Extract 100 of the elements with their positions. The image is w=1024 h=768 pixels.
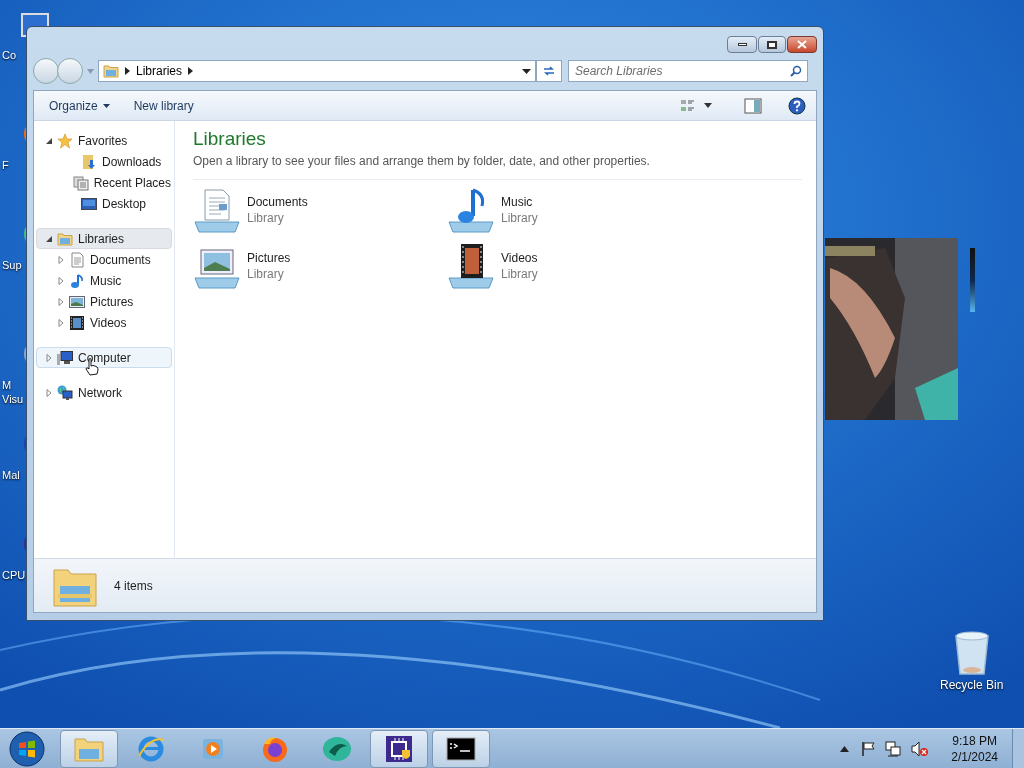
desktop-icon-label[interactable]: F xyxy=(2,158,9,172)
toolbar-button[interactable]: New library xyxy=(128,93,199,118)
library-type: Library xyxy=(501,210,538,226)
search-icon xyxy=(790,65,802,77)
expand-arrow-icon[interactable] xyxy=(57,297,65,306)
show-desktop-button[interactable] xyxy=(1012,728,1024,768)
refresh-button[interactable] xyxy=(536,60,562,82)
library-description: Open a library to see your files and arrange them by folder, date, and other properties. xyxy=(193,152,802,180)
item-label: Pictures xyxy=(90,293,134,311)
sidebar-item[interactable]: Videos xyxy=(36,312,172,333)
sidebar-item[interactable]: Downloads xyxy=(36,151,172,172)
item-label: Favorites xyxy=(78,132,128,150)
document-icon xyxy=(69,251,85,268)
picture-frame-icon xyxy=(69,293,85,310)
taskbar-button[interactable] xyxy=(370,729,428,768)
desktop-icon-label[interactable]: Co xyxy=(2,48,17,62)
sidebar-item[interactable]: Favorites xyxy=(36,130,172,151)
expand-arrow-icon[interactable] xyxy=(45,388,53,397)
library-folder-icon xyxy=(103,63,119,79)
library-folder-icon xyxy=(57,230,73,247)
item-label: Downloads xyxy=(102,153,162,171)
show-hidden-icons-icon[interactable] xyxy=(840,745,850,752)
muted-speaker-icon[interactable] xyxy=(911,740,930,757)
breadcrumb[interactable]: Libraries xyxy=(136,62,183,80)
network-icon xyxy=(57,384,73,401)
desktop-icon-label[interactable]: Mal xyxy=(2,468,20,482)
maximize-button[interactable] xyxy=(758,36,786,53)
item-count: 4 items xyxy=(114,577,153,595)
preview-pane-icon xyxy=(744,97,762,114)
clock-date[interactable]: 2/1/2024 xyxy=(951,748,998,765)
library-heading: Libraries xyxy=(193,127,267,151)
dropdown-caret-icon[interactable] xyxy=(522,68,531,74)
minimize-icon xyxy=(737,43,747,46)
start-button[interactable] xyxy=(8,730,46,767)
video-library-icon xyxy=(447,242,495,290)
item-label: Desktop xyxy=(102,195,147,213)
library-tile[interactable]: Documents Library xyxy=(193,186,447,234)
breadcrumb-arrow-icon[interactable] xyxy=(188,67,194,75)
library-name: Videos xyxy=(501,250,538,266)
expand-arrow-icon[interactable] xyxy=(57,255,65,264)
help-icon xyxy=(788,96,806,115)
star-icon xyxy=(57,132,73,149)
desktop-icon xyxy=(81,195,97,212)
side-widget-bar xyxy=(970,248,975,312)
sidebar-item[interactable]: Desktop xyxy=(36,193,172,214)
collapse-arrow-icon[interactable] xyxy=(45,136,53,145)
taskbar-button[interactable] xyxy=(432,729,490,768)
expand-arrow-icon[interactable] xyxy=(57,318,65,327)
expand-arrow-icon[interactable] xyxy=(45,353,53,362)
desktop-icon-label[interactable]: Recycle Bin xyxy=(940,676,1004,694)
breadcrumb-arrow-icon[interactable] xyxy=(125,67,130,75)
desktop-icon-label[interactable]: Sup xyxy=(2,258,22,272)
item-label: Documents xyxy=(90,251,151,269)
terminal-icon xyxy=(446,736,476,761)
help-button[interactable] xyxy=(788,96,806,115)
item-label: Music xyxy=(90,272,122,290)
close-button[interactable] xyxy=(787,36,817,53)
expand-arrow-icon[interactable] xyxy=(57,276,65,285)
close-icon xyxy=(797,40,807,49)
dropdown-caret-icon xyxy=(704,103,712,108)
sidebar-item[interactable]: Documents xyxy=(36,249,172,270)
library-type: Library xyxy=(501,266,538,282)
network-status-icon[interactable] xyxy=(885,740,902,757)
library-type: Library xyxy=(247,210,285,226)
view-list-icon xyxy=(680,97,696,114)
item-label: Videos xyxy=(90,314,127,332)
refresh-icon xyxy=(542,65,556,77)
sidebar-item[interactable]: Pictures xyxy=(36,291,172,312)
maximize-icon xyxy=(767,40,777,49)
clock-time[interactable]: 9:18 PM xyxy=(952,732,997,749)
collapse-arrow-icon[interactable] xyxy=(45,234,53,243)
minimize-button[interactable] xyxy=(727,36,757,53)
item-label: Recent Places xyxy=(93,174,171,192)
document-library-icon xyxy=(193,186,241,234)
library-type: Library xyxy=(247,266,285,282)
music-note-icon xyxy=(69,272,85,289)
sidebar-item[interactable]: Libraries xyxy=(36,228,172,249)
preview-pane-button[interactable] xyxy=(744,97,762,114)
library-name: Music xyxy=(501,194,534,210)
library-tile[interactable]: Music Library xyxy=(447,186,701,234)
library-name: Pictures xyxy=(247,250,291,266)
toolbar-button[interactable]: Organize xyxy=(44,93,115,118)
desktop-icon-label[interactable]: M Visu xyxy=(2,378,24,406)
search-field[interactable]: Search Libraries xyxy=(568,60,808,82)
item-label: Libraries xyxy=(78,230,125,248)
address-bar[interactable]: Libraries xyxy=(98,60,536,82)
computer-icon xyxy=(57,349,73,366)
sidebar-item[interactable]: Music xyxy=(36,270,172,291)
item-label: Network xyxy=(78,384,122,402)
film-strip-icon xyxy=(69,314,85,331)
flag-icon[interactable] xyxy=(861,740,876,757)
library-name: Documents xyxy=(247,194,308,210)
chip-icon xyxy=(384,733,414,764)
sidebar-item[interactable]: Network xyxy=(36,382,172,403)
recent-places-icon xyxy=(72,174,89,191)
library-tile[interactable]: Videos Library xyxy=(447,242,701,290)
desktop-icon-label[interactable]: CPU xyxy=(2,568,26,582)
library-tile[interactable]: Pictures Library xyxy=(193,242,447,290)
sidebar-item[interactable]: Recent Places xyxy=(36,172,172,193)
downloads-folder-icon xyxy=(81,153,97,170)
